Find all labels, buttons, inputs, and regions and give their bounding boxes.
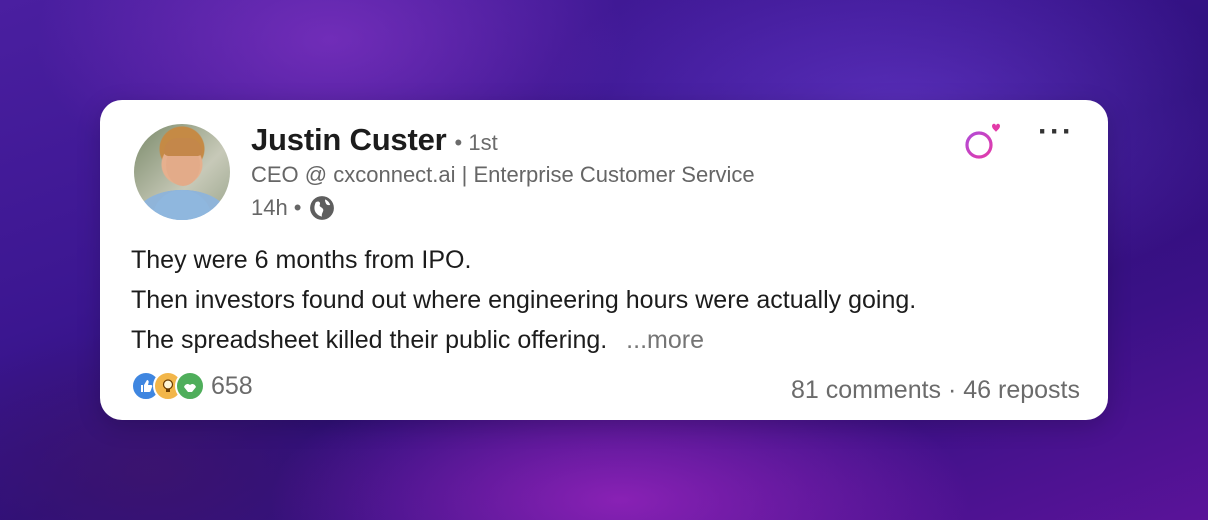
- post-line: The spreadsheet killed their public offe…: [131, 326, 608, 354]
- post-body: They were 6 months from IPO. Then invest…: [131, 240, 916, 360]
- post-line-last: The spreadsheet killed their public offe…: [131, 320, 916, 360]
- author-row: Justin Custer • 1st: [251, 122, 498, 158]
- avatar-hair: [164, 138, 202, 156]
- support-icon: [175, 371, 205, 401]
- connection-degree: • 1st: [455, 130, 498, 156]
- globe-icon: [310, 196, 335, 220]
- avatar[interactable]: [134, 124, 230, 220]
- avatar-shirt: [152, 190, 212, 220]
- degree-label: 1st: [468, 130, 498, 155]
- degree-separator: •: [454, 130, 463, 155]
- more-options-button[interactable]: ···: [1038, 117, 1074, 147]
- post-card: Justin Custer • 1st CEO @ cxconnect.ai |…: [100, 100, 1108, 420]
- female-symbol-heart-icon[interactable]: [962, 120, 1006, 164]
- post-line: Then investors found out where engineeri…: [131, 286, 917, 314]
- meta-separator: •: [293, 195, 302, 220]
- author-headline: CEO @ cxconnect.ai | Enterprise Customer…: [251, 162, 755, 187]
- post-line: They were 6 months from IPO.: [131, 246, 472, 274]
- reaction-count: 658: [211, 371, 253, 400]
- see-more-link[interactable]: ...more: [626, 326, 704, 354]
- post-meta: 14h •: [251, 195, 335, 221]
- post-time: 14h: [251, 195, 288, 220]
- comments-reposts-stats[interactable]: 81 comments · 46 reposts: [791, 376, 1080, 405]
- reactions-summary[interactable]: 658: [131, 371, 253, 401]
- author-name[interactable]: Justin Custer: [251, 122, 447, 158]
